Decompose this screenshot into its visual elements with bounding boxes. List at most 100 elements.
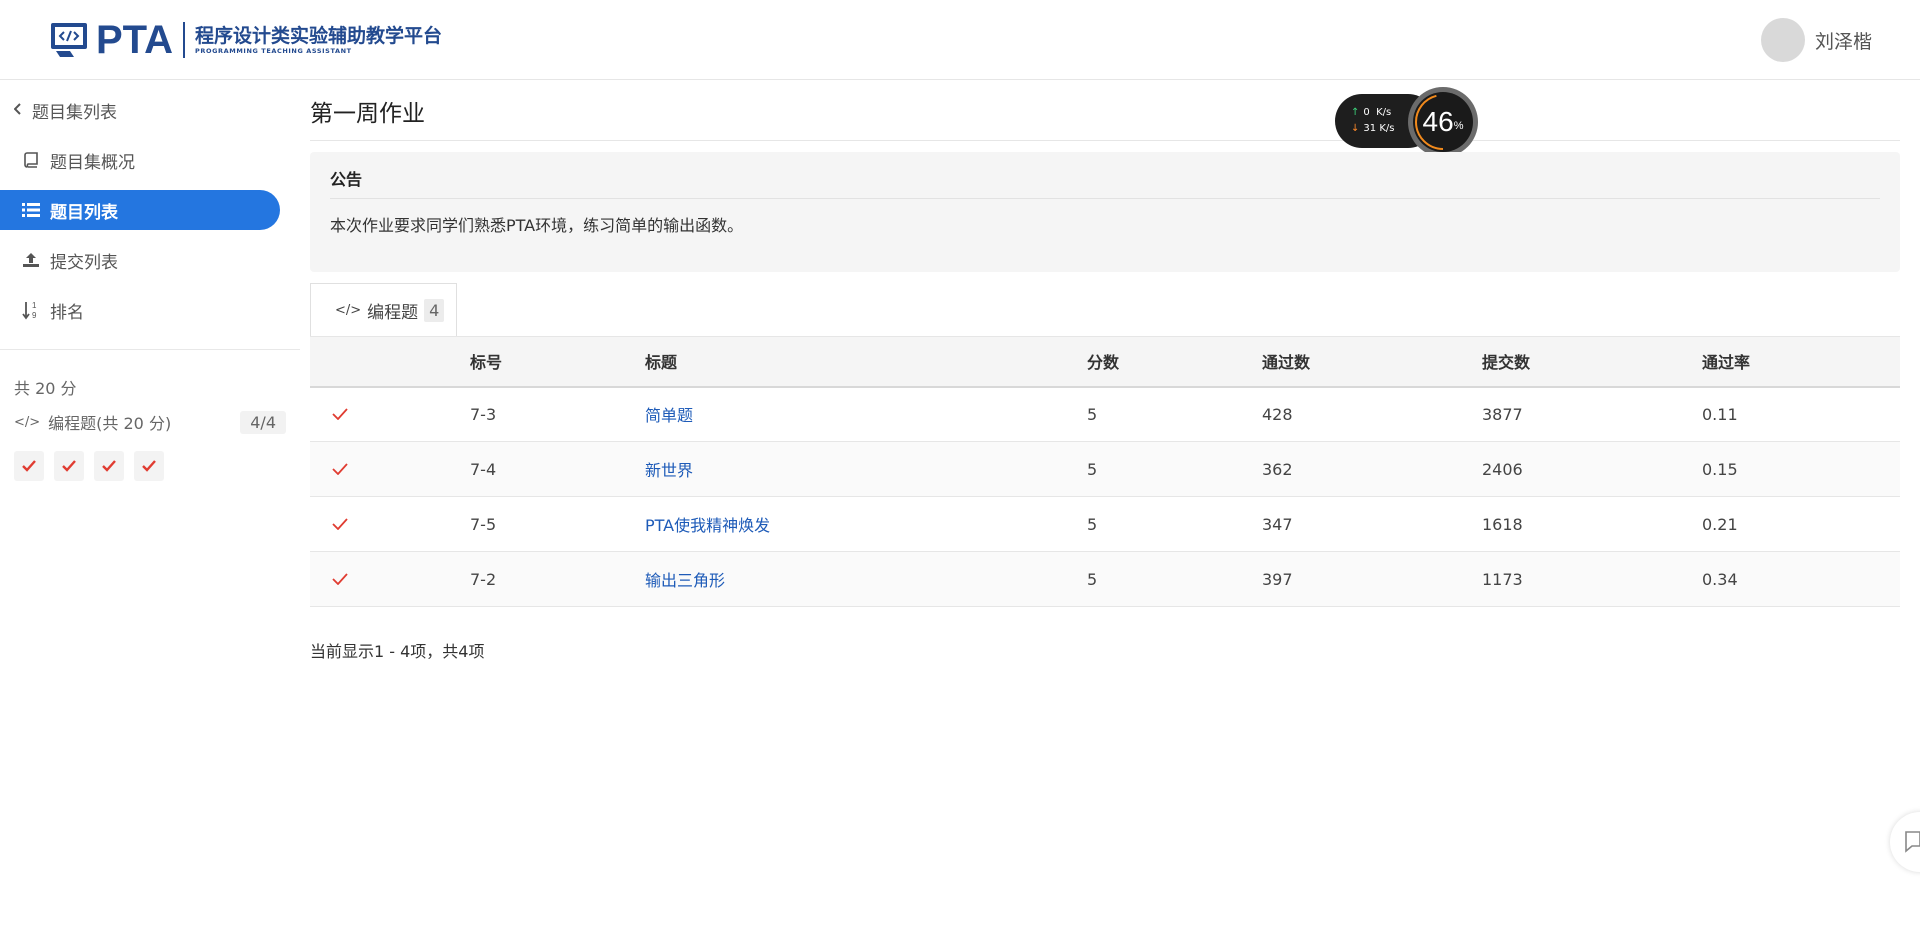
announcement-body: 本次作业要求同学们熟悉PTA环境，练习简单的输出函数。 xyxy=(330,216,744,235)
problem-passed-count: 428 xyxy=(1262,404,1293,424)
svg-text:9: 9 xyxy=(32,311,37,320)
problem-score: 5 xyxy=(1087,459,1098,479)
problem-passed-count: 362 xyxy=(1262,459,1293,479)
column-header-status xyxy=(310,337,470,387)
sort-numeric-icon: 19 xyxy=(20,300,42,320)
upload-speed-unit: K/s xyxy=(1376,107,1392,118)
problem-title-link[interactable]: 新世界 xyxy=(645,461,693,480)
download-speed-unit: K/s xyxy=(1379,123,1395,134)
arrow-down-icon: ↓ xyxy=(1351,123,1360,134)
problem-id: 7-4 xyxy=(470,459,497,479)
problem-pass-rate: 0.11 xyxy=(1702,404,1738,424)
avatar[interactable] xyxy=(1760,18,1805,62)
problem-id: 7-2 xyxy=(470,569,497,589)
gauge-value: 46 xyxy=(1422,106,1454,137)
gauge-unit: % xyxy=(1453,120,1464,132)
sidebar-item-submissions[interactable]: 提交列表 xyxy=(0,240,280,280)
status-cell xyxy=(310,552,470,607)
check-icon xyxy=(22,460,36,472)
problem-submitted-count: 2406 xyxy=(1482,459,1523,479)
table-header-row: 标号 标题 分数 通过数 提交数 通过率 xyxy=(310,336,1900,387)
status-cell xyxy=(310,442,470,497)
column-header-passed[interactable]: 通过数 xyxy=(1262,337,1482,387)
sidebar-item-problem-list[interactable]: 题目列表 xyxy=(0,190,280,230)
check-icon xyxy=(62,460,76,472)
problem-submitted-count: 1618 xyxy=(1482,514,1523,534)
column-header-title[interactable]: 标题 xyxy=(645,337,1087,387)
logo-divider xyxy=(183,22,186,58)
feedback-button[interactable] xyxy=(1890,812,1920,872)
chat-bubble-icon xyxy=(1905,831,1920,853)
problem-title-link[interactable]: 输出三角形 xyxy=(645,571,725,590)
problem-pass-rate: 0.34 xyxy=(1702,569,1738,589)
pta-logo[interactable]: PTA 程序设计类实验辅助教学平台 PROGRAMMING TEACHING A… xyxy=(50,20,442,60)
table-row[interactable]: 7-2 输出三角形 5 397 1173 0.34 xyxy=(310,551,1900,607)
sidebar-item-label: 提交列表 xyxy=(50,252,118,273)
back-link-label: 题目集列表 xyxy=(32,103,117,123)
check-icon xyxy=(332,408,348,421)
check-icon xyxy=(102,460,116,472)
check-icon xyxy=(142,460,156,472)
programming-summary-label: 编程题(共 20 分) xyxy=(48,414,172,433)
code-icon: </> xyxy=(335,302,362,318)
problem-score: 5 xyxy=(1087,569,1098,589)
sidebar-item-label: 排名 xyxy=(50,302,84,323)
check-icon xyxy=(332,517,348,530)
problem-submitted-count: 1173 xyxy=(1482,569,1523,589)
column-header-pass-rate[interactable]: 通过率 xyxy=(1702,337,1900,387)
upload-speed: 0 xyxy=(1363,107,1370,118)
logo-chinese-name: 程序设计类实验辅助教学平台 xyxy=(195,25,443,47)
column-header-id[interactable]: 标号 xyxy=(470,337,645,387)
tab-count-badge: 4 xyxy=(424,298,445,322)
problem-status-cell[interactable] xyxy=(134,451,164,481)
problem-id: 7-3 xyxy=(470,404,497,424)
network-speed-overlay[interactable]: ↑ 0 K/s ↓ 31 K/s 46% xyxy=(1335,84,1485,160)
problem-passed-count: 347 xyxy=(1262,514,1293,534)
sidebar-divider xyxy=(0,349,300,350)
sidebar-item-overview[interactable]: 题目集概况 xyxy=(0,140,280,180)
user-menu[interactable]: 刘泽楷 xyxy=(1760,18,1872,62)
sidebar-item-label: 题目集概况 xyxy=(50,152,135,173)
sidebar-item-ranking[interactable]: 19 排名 xyxy=(0,290,280,330)
total-score: 共 20 分 xyxy=(14,379,77,398)
problem-pass-rate: 0.21 xyxy=(1702,514,1738,534)
book-icon xyxy=(20,150,42,170)
chevron-left-icon xyxy=(13,102,22,119)
upload-icon xyxy=(20,250,42,270)
download-speed: 31 xyxy=(1363,123,1377,134)
status-cell xyxy=(310,387,470,442)
problem-score: 5 xyxy=(1087,404,1098,424)
table-row[interactable]: 7-4 新世界 5 362 2406 0.15 xyxy=(310,441,1900,497)
back-to-problem-sets-link[interactable]: 题目集列表 xyxy=(13,98,117,123)
pagination-info: 当前显示1 - 4项，共4项 xyxy=(310,642,485,661)
announcement-panel: 公告 本次作业要求同学们熟悉PTA环境，练习简单的输出函数。 xyxy=(310,152,1900,272)
check-icon xyxy=(332,572,348,585)
problem-status-cell[interactable] xyxy=(14,451,44,481)
table-row[interactable]: 7-5 PTA使我精神焕发 5 347 1618 0.21 xyxy=(310,497,1900,552)
logo-title: PTA xyxy=(96,18,174,62)
problem-title-link[interactable]: PTA使我精神焕发 xyxy=(645,516,770,535)
tab-label: 编程题 xyxy=(367,302,419,323)
column-header-submitted[interactable]: 提交数 xyxy=(1482,337,1702,387)
sidebar-item-label: 题目列表 xyxy=(50,202,118,223)
problem-pass-rate: 0.15 xyxy=(1702,459,1738,479)
problem-title-link[interactable]: 简单题 xyxy=(645,406,693,425)
problem-passed-count: 397 xyxy=(1262,569,1293,589)
problem-status-cell[interactable] xyxy=(54,451,84,481)
problem-status-grid xyxy=(14,451,164,481)
status-cell xyxy=(310,497,470,552)
username[interactable]: 刘泽楷 xyxy=(1815,27,1872,54)
sidebar: 题目集列表 题目集概况 题目列表 提交列表 19 排名 共 20 分 </> 编… xyxy=(0,80,300,939)
logo-english-name: PROGRAMMING TEACHING ASSISTANT xyxy=(195,47,352,55)
problem-status-cell[interactable] xyxy=(94,451,124,481)
problem-table: 标号 标题 分数 通过数 提交数 通过率 7-3 简单题 5 428 3877 … xyxy=(310,336,1900,607)
check-icon xyxy=(332,462,348,475)
column-header-score[interactable]: 分数 xyxy=(1087,337,1262,387)
page-title: 第一周作业 xyxy=(310,101,425,127)
problem-submitted-count: 3877 xyxy=(1482,404,1523,424)
tab-programming[interactable]: </> 编程题 4 xyxy=(310,283,457,336)
memory-gauge: 46% xyxy=(1405,84,1481,160)
programming-summary: </> 编程题(共 20 分) 4/4 xyxy=(14,408,286,436)
table-row[interactable]: 7-3 简单题 5 428 3877 0.11 xyxy=(310,387,1900,442)
announcement-divider xyxy=(330,198,1880,199)
